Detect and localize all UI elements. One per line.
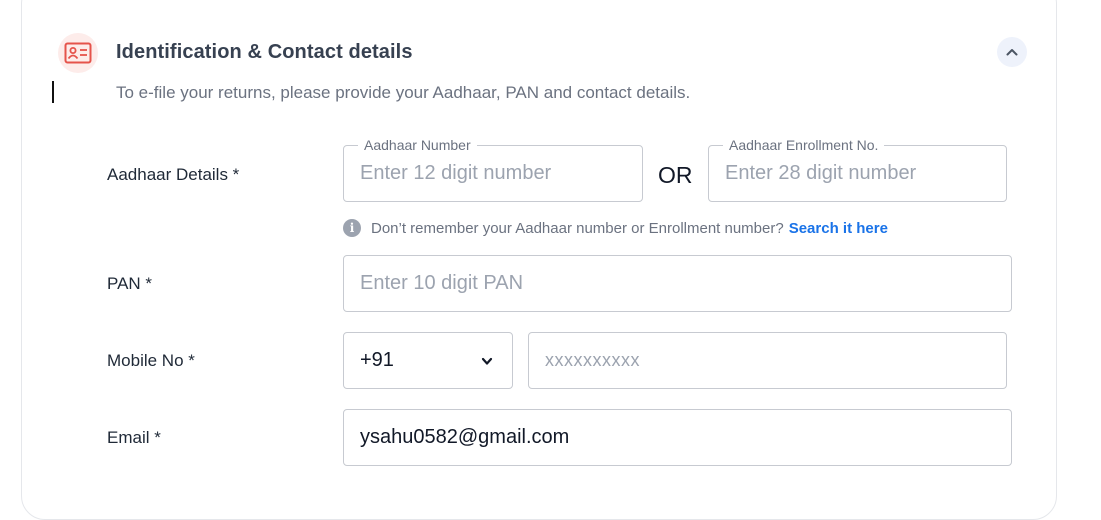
mobile-field[interactable]	[528, 332, 1007, 389]
country-code-value: +91	[360, 349, 394, 371]
email-label: Email *	[107, 428, 161, 447]
id-card-icon	[58, 33, 98, 73]
section-subtitle: To e-file your returns, please provide y…	[116, 83, 691, 102]
mobile-label: Mobile No *	[107, 351, 195, 370]
chevron-down-icon	[481, 357, 493, 365]
country-code-select[interactable]: +91	[343, 332, 513, 389]
email-field[interactable]	[343, 409, 1012, 466]
or-separator: OR	[658, 162, 693, 188]
text-cursor	[52, 81, 54, 103]
pan-field[interactable]	[343, 255, 1012, 312]
aadhaar-help: i Don’t remember your Aadhaar number or …	[343, 219, 888, 237]
info-icon: i	[343, 219, 361, 237]
aadhaar-help-text: Don’t remember your Aadhaar number or En…	[371, 219, 784, 237]
email-input[interactable]	[344, 410, 1011, 465]
search-aadhaar-link[interactable]: Search it here	[789, 220, 888, 237]
aadhaar-enrollment-field[interactable]: Aadhaar Enrollment No.	[708, 136, 1007, 202]
aadhaar-number-field[interactable]: Aadhaar Number	[343, 136, 643, 202]
section-title: Identification & Contact details	[116, 41, 413, 63]
pan-label: PAN *	[107, 274, 153, 293]
aadhaar-number-input[interactable]	[344, 146, 642, 201]
collapse-button[interactable]	[997, 37, 1027, 67]
aadhaar-number-legend: Aadhaar Number	[358, 136, 477, 154]
aadhaar-label: Aadhaar Details *	[107, 165, 240, 184]
chevron-up-icon	[1006, 49, 1018, 56]
mobile-input[interactable]	[529, 333, 1006, 388]
aadhaar-enrollment-input[interactable]	[709, 146, 1006, 201]
aadhaar-enrollment-legend: Aadhaar Enrollment No.	[723, 136, 885, 154]
pan-input[interactable]	[344, 256, 1011, 311]
